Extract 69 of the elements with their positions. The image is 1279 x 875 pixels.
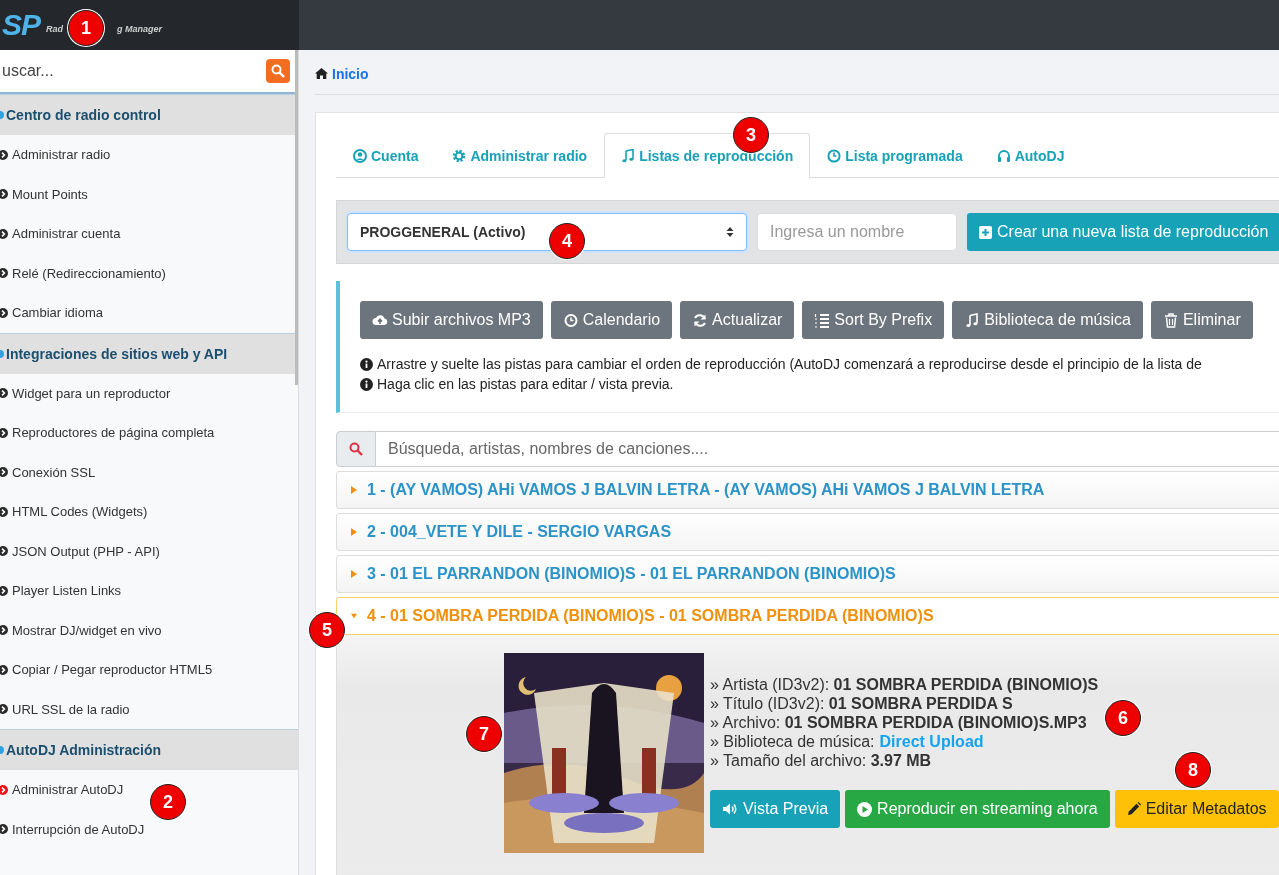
sidebar-section-header[interactable]: Integraciones de sitios web y API	[0, 332, 298, 374]
sidebar-item[interactable]: URL SSL de la radio	[0, 701, 130, 717]
gear-icon	[452, 148, 467, 163]
sidebar-section-header[interactable]: Centro de radio control	[0, 94, 298, 135]
sidebar-item[interactable]: Administrar radio	[0, 147, 111, 163]
detail-text: » Artista (ID3v2): 01 SOMBRA PERDIDA (BINOMIO)S	[710, 675, 1099, 694]
sidebar-item[interactable]: Mostrar DJ/widget en vivo	[0, 622, 162, 638]
search-button[interactable]	[266, 59, 290, 83]
info-icon	[360, 357, 373, 371]
list-icon	[814, 312, 831, 328]
hint-text: Arrastre y suelte las pistas para cambiar el orden de reproducción (AutoDJ comenzará a reproducirse desde el principio de la lista de	[377, 356, 1202, 372]
clock-icon	[827, 148, 842, 163]
play-icon	[857, 801, 873, 817]
detail-label: » Biblioteca de música:	[710, 732, 875, 751]
info-icon	[360, 377, 373, 391]
user-icon	[353, 148, 367, 163]
home-link[interactable]: Inicio	[332, 65, 369, 82]
toolbar-button[interactable]: Calendario	[550, 301, 673, 339]
sidebar-item[interactable]: Widget para un reproductor	[0, 385, 171, 401]
trash-icon	[1162, 312, 1179, 328]
headphones-icon	[996, 148, 1011, 163]
caret-icon	[351, 612, 357, 620]
upload-icon	[372, 312, 388, 328]
sidebar-item[interactable]: Mount Points	[0, 186, 88, 202]
search-field[interactable]: uscar...	[0, 50, 298, 94]
clock-icon	[562, 312, 579, 328]
sidebar-item[interactable]: Relé (Redireccionamiento)	[0, 265, 166, 281]
toolbar-button[interactable]: Biblioteca de música	[952, 301, 1143, 339]
detail-text: » Archivo: 01 SOMBRA PERDIDA (BINOMIO)S.MP3	[710, 713, 1087, 732]
search-icon	[349, 442, 363, 456]
search-addon[interactable]	[336, 431, 376, 467]
logo-mark: SP	[2, 8, 41, 42]
logo-subtitle: g Manager	[117, 24, 163, 34]
sidebar-item[interactable]: Interrupción de AutoDJ	[0, 821, 145, 837]
track-search-field[interactable]: Búsqueda, artistas, nombres de canciones....	[376, 431, 1279, 467]
refresh-icon	[692, 312, 709, 328]
search-icon	[271, 64, 285, 78]
sidebar-item[interactable]: Player Listen Links	[0, 583, 122, 599]
sidebar-item[interactable]: Conexión SSL	[0, 464, 96, 480]
detail-text: » Título (ID3v2): 01 SOMBRA PERDIDA S	[710, 694, 1013, 713]
toolbar-button[interactable]: Subir archivos MP3	[360, 301, 543, 339]
toolbar-button[interactable]: Sort By Prefix	[802, 301, 945, 339]
toolbar-button[interactable]: Actualizar	[680, 301, 795, 339]
sort-arrows-icon	[726, 226, 734, 238]
sidebar-item[interactable]: JSON Output (PHP - API)	[0, 543, 160, 559]
sidebar-item[interactable]: Administrar cuenta	[0, 226, 121, 242]
sidebar-item[interactable]: Administrar AutoDJ	[0, 782, 124, 798]
pencil-icon	[1126, 802, 1141, 816]
detail-text: » Tamaño del archivo: 3.97 MB	[710, 751, 932, 770]
sidebar-item[interactable]: HTML Codes (Widgets)	[0, 504, 148, 520]
caret-icon	[351, 486, 357, 494]
plus-icon	[979, 225, 992, 239]
scrollbar[interactable]	[295, 50, 298, 385]
music-icon	[964, 312, 981, 328]
hint-text: Haga clic en las pistas para editar / vista previa.	[377, 376, 674, 392]
edit-button[interactable]: Editar Metadatos	[1114, 790, 1279, 828]
sidebar-item[interactable]: Reproductores de página completa	[0, 425, 215, 441]
step-marker: 5	[309, 612, 345, 648]
caret-icon	[351, 528, 357, 536]
toolbar-button[interactable]: Eliminar	[1150, 301, 1253, 339]
speaker-icon	[722, 802, 738, 816]
sidebar-section-header[interactable]: AutoDJ Administración	[0, 729, 298, 770]
music-icon	[621, 149, 636, 163]
home-icon	[315, 68, 328, 79]
name-field[interactable]: Ingresa un nombre	[757, 213, 957, 251]
logo-subtitle: Rad	[46, 24, 64, 34]
sidebar-item[interactable]: Copiar / Pegar reproductor HTML5	[0, 662, 213, 678]
sidebar-item[interactable]: Cambiar idioma	[0, 305, 104, 321]
caret-icon	[351, 570, 357, 578]
